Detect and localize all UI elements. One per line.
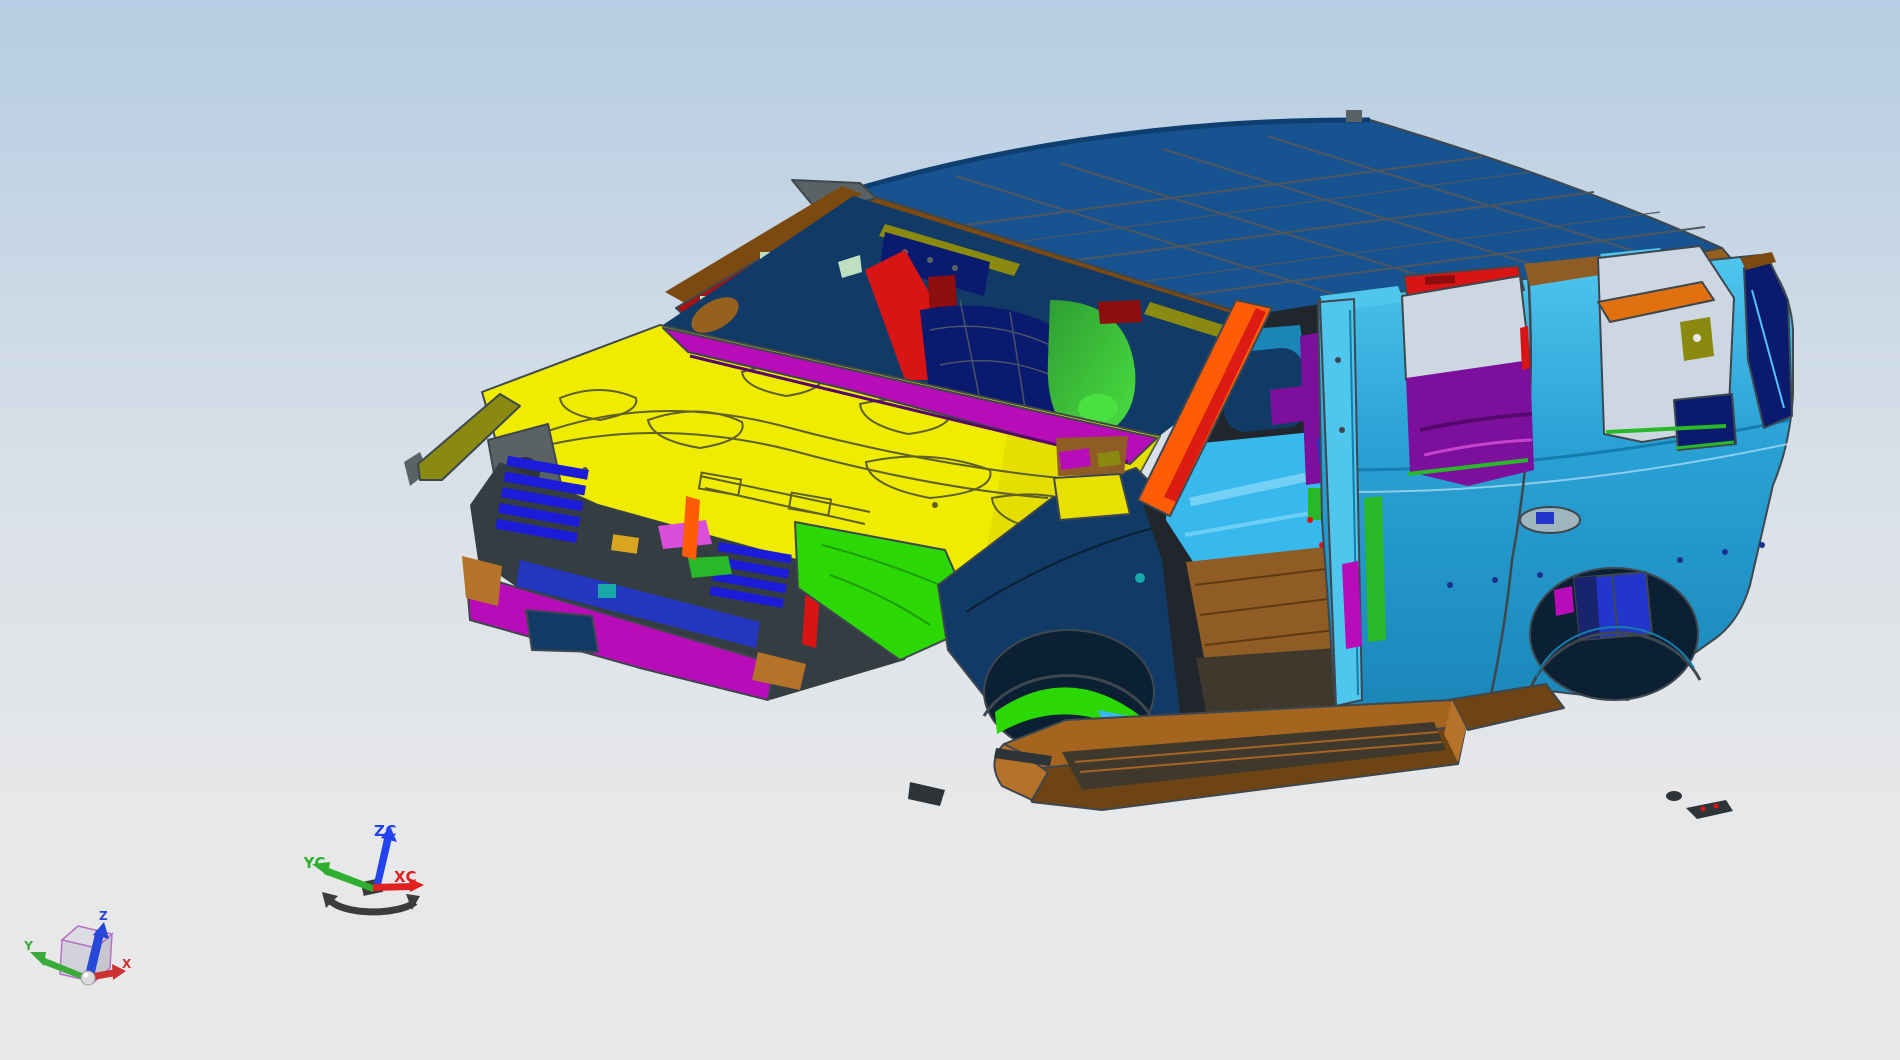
rear-wheel-arch[interactable] <box>1528 567 1702 701</box>
cad-viewport[interactable]: ZC YC XC Z Y X <box>0 0 1900 1060</box>
rear-door-window[interactable] <box>1401 275 1534 486</box>
datum-origin-ball[interactable] <box>80 970 96 986</box>
wcs-z-label: ZC <box>374 822 397 840</box>
datum-z-label: Z <box>99 909 108 923</box>
viewport-canvas[interactable]: ZC YC XC Z Y X <box>0 0 1900 1060</box>
wcs-x-label: XC <box>394 868 417 886</box>
tow-bracket[interactable] <box>525 609 599 653</box>
wcs-y-label: YC <box>303 854 326 872</box>
quarter-window[interactable] <box>1597 245 1737 451</box>
fender-bracket[interactable] <box>1053 473 1131 521</box>
roof-stub <box>1346 110 1362 122</box>
datum-x-label: X <box>122 957 132 971</box>
datum-y-label: Y <box>23 939 33 953</box>
